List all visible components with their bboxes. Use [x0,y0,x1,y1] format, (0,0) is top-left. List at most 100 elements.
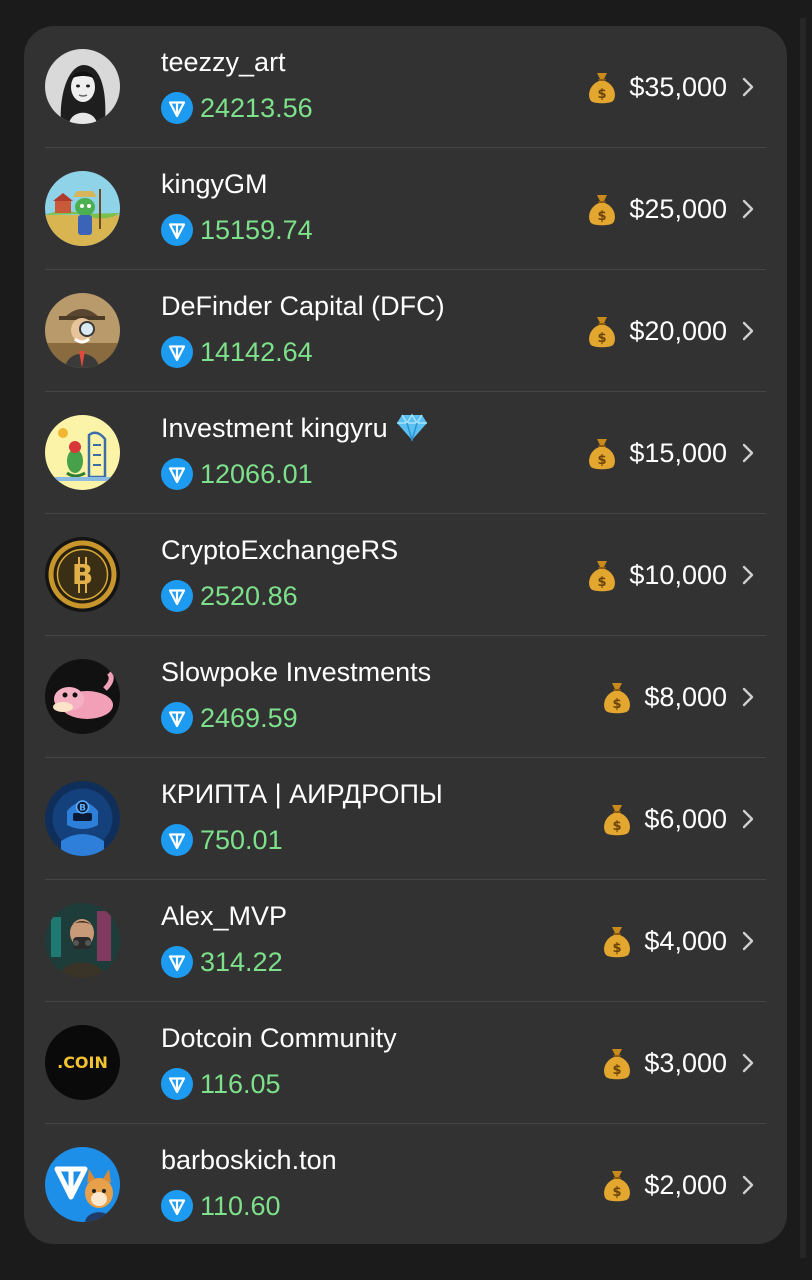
chevron-right-icon[interactable] [741,320,755,342]
prize-value: $8,000 [644,682,727,712]
chevron-right-icon[interactable] [741,1052,755,1074]
row-prize: $ $6,000 [602,801,727,837]
scrollbar-track [800,18,806,1258]
dotcoin-logo-avatar: .COIN [45,1025,120,1100]
row-balance: 314.22 [161,946,283,978]
money-bag-icon: $ [589,317,616,348]
svg-text:$: $ [598,209,607,224]
row-name: teezzy_art [161,47,286,77]
row-balance: 116.05 [161,1068,281,1100]
row-name: КРИПТА | АИРДРОПЫ [161,779,443,809]
leaderboard-row-slowpoke-investments[interactable]: Slowpoke Investments 2469.59 $ $8,000 [24,636,787,758]
ton-icon [161,824,193,856]
ton-icon [161,580,193,612]
row-name: Dotcoin Community [161,1023,397,1053]
row-prize: $ $8,000 [602,679,727,715]
leaderboard-row-kripta-airdropy[interactable]: B КРИПТА | АИРДРОПЫ 750.01 $ $6,000 [24,758,787,880]
prize-value: $4,000 [644,926,727,956]
portrait-photo-avatar [45,49,120,124]
svg-text:$: $ [598,87,607,102]
row-balance: 24213.56 [161,92,313,124]
balance-value: 314.22 [200,947,283,977]
prize-value: $3,000 [644,1048,727,1078]
balance-value: 2469.59 [200,703,298,733]
money-bag-icon: $ [604,1049,631,1080]
blue-gamer-bitcoin-avatar: B [45,781,120,856]
chevron-right-icon[interactable] [741,442,755,464]
money-bag-icon: $ [589,561,616,592]
row-prize: $ $15,000 [587,435,727,471]
prize-value: $15,000 [629,438,727,468]
leaderboard-row-definder-capital[interactable]: DeFinder Capital (DFC) 14142.64 $ $20,00… [24,270,787,392]
row-name: DeFinder Capital (DFC) [161,291,445,321]
chevron-right-icon[interactable] [741,198,755,220]
row-prize: $ $3,000 [602,1045,727,1081]
bitcoin-coin-avatar: B [45,537,120,612]
svg-text:$: $ [613,819,622,834]
slowpoke-avatar [45,659,120,734]
prize-value: $10,000 [629,560,727,590]
chevron-right-icon[interactable] [741,808,755,830]
row-prize: $ $4,000 [602,923,727,959]
row-balance: 14142.64 [161,336,313,368]
row-name: barboskich.ton [161,1145,337,1175]
row-name: Alex_MVP [161,901,288,931]
ton-icon [161,458,193,490]
prize-value: $35,000 [629,72,727,102]
row-balance: 12066.01 [161,458,313,490]
svg-text:$: $ [613,1063,622,1078]
masked-man-avatar [45,903,120,978]
money-bag-icon: $ [589,439,616,470]
money-bag-icon: $ [589,73,616,104]
balance-value: 14142.64 [200,337,313,367]
row-balance: 110.60 [161,1190,281,1222]
chevron-right-icon[interactable] [741,1174,755,1196]
balance-value: 2520.86 [200,581,298,611]
leaderboard-row-dotcoin-community[interactable]: .COIN Dotcoin Community 116.05 $ $3,000 [24,1002,787,1124]
balance-value: 12066.01 [200,459,313,489]
row-name: Investment kingyru [161,413,428,443]
svg-text:B: B [72,558,93,591]
row-name: CryptoExchangeRS [161,535,399,565]
chevron-right-icon[interactable] [741,686,755,708]
prize-value: $25,000 [629,194,727,224]
ton-icon [161,214,193,246]
chevron-right-icon[interactable] [741,76,755,98]
leaderboard-row-investment-kingyru[interactable]: Investment kingyru 12066.01 $ $15,000 [24,392,787,514]
ton-icon [161,946,193,978]
diamond-icon [396,413,427,441]
ton-icon [161,336,193,368]
prize-value: $2,000 [644,1170,727,1200]
balance-value: 15159.74 [200,215,313,245]
row-balance: 2520.86 [161,580,298,612]
svg-text:$: $ [613,1185,622,1200]
leaderboard-row-barboskich-ton[interactable]: barboskich.ton 110.60 $ $2,000 [24,1124,787,1244]
ton-icon [161,1068,193,1100]
leaderboard-row-teezzy-art[interactable]: teezzy_art 24213.56 $ $35,000 [24,26,787,148]
leaderboard-row-alex-mvp[interactable]: Alex_MVP 314.22 $ $4,000 [24,880,787,1002]
svg-text:$: $ [598,453,607,468]
chevron-right-icon[interactable] [741,564,755,586]
balance-value: 110.60 [200,1191,281,1221]
prize-value: $6,000 [644,804,727,834]
ton-icon [161,1190,193,1222]
prize-value: $20,000 [629,316,727,346]
row-prize: $ $35,000 [587,69,727,105]
svg-text:$: $ [598,331,607,346]
cartoon-lizard-farmer-avatar [45,171,120,246]
money-bag-icon: $ [604,683,631,714]
leaderboard-row-kingygm[interactable]: kingyGM 15159.74 $ $25,000 [24,148,787,270]
ton-icon [161,702,193,734]
svg-text:B: B [79,804,86,814]
ton-icon [161,92,193,124]
money-bag-icon: $ [589,195,616,226]
detective-with-magnifier-avatar [45,293,120,368]
row-prize: $ $2,000 [602,1167,727,1203]
svg-text:.COIN: .COIN [57,1053,108,1072]
row-balance: 750.01 [161,824,283,856]
money-bag-icon: $ [604,927,631,958]
row-name: Slowpoke Investments [161,657,432,687]
leaderboard-card: teezzy_art 24213.56 $ $35,000 kingyGM 15… [24,26,787,1244]
leaderboard-row-cryptoexchangers[interactable]: B CryptoExchangeRS 2520.86 $ $10,000 [24,514,787,636]
chevron-right-icon[interactable] [741,930,755,952]
